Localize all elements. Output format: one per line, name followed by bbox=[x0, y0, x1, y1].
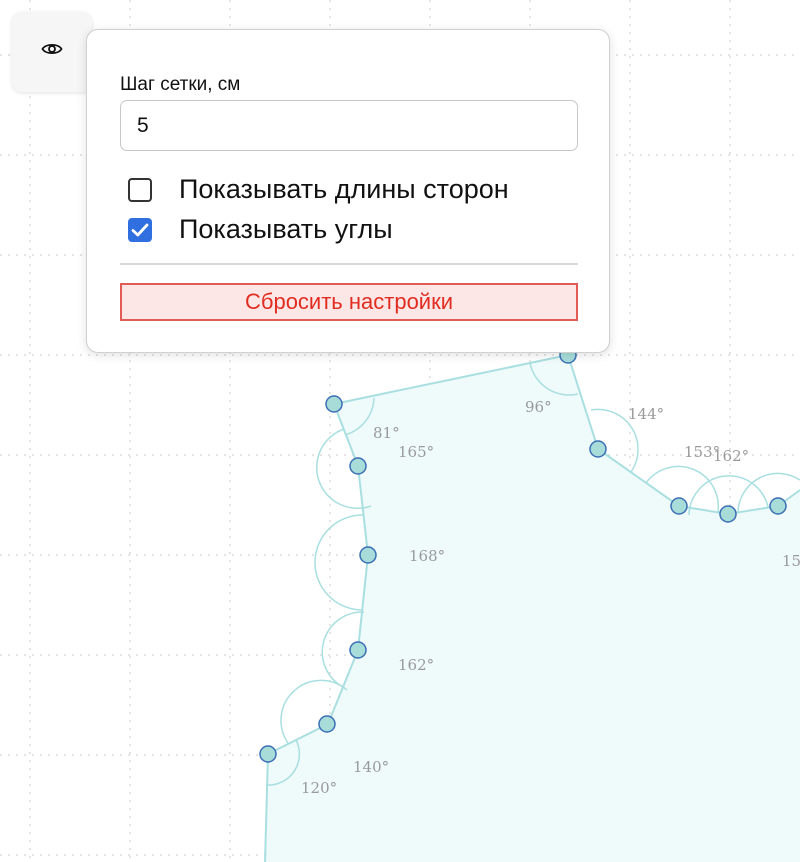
vertex-handle[interactable] bbox=[719, 505, 737, 523]
vertex-handle[interactable] bbox=[589, 440, 607, 458]
angle-label: 165° bbox=[398, 443, 434, 461]
vertex-handle[interactable] bbox=[349, 641, 367, 659]
divider bbox=[120, 263, 578, 265]
vertex-handle[interactable] bbox=[259, 745, 277, 763]
angle-label: 120° bbox=[301, 779, 337, 797]
angle-label: 162° bbox=[398, 656, 434, 674]
vertex-handle[interactable] bbox=[349, 457, 367, 475]
settings-panel: Шаг сетки, см Показывать длины сторон По… bbox=[86, 29, 610, 353]
show-side-lengths-checkbox[interactable] bbox=[128, 177, 152, 202]
angle-label: 162° bbox=[713, 447, 749, 465]
checkmark-icon bbox=[131, 223, 149, 236]
angle-label: 140° bbox=[353, 758, 389, 776]
show-side-lengths-option[interactable]: Показывать длины сторон bbox=[128, 174, 509, 205]
vertex-handle[interactable] bbox=[359, 546, 377, 564]
show-angles-label: Показывать углы bbox=[179, 214, 393, 244]
grid-step-input[interactable] bbox=[120, 100, 578, 151]
show-side-lengths-label: Показывать длины сторон bbox=[179, 174, 509, 204]
angle-label: 81° bbox=[373, 424, 400, 442]
vertex-handle[interactable] bbox=[325, 395, 343, 413]
angle-label: 96° bbox=[525, 398, 552, 416]
grid-step-label: Шаг сетки, см bbox=[120, 74, 241, 95]
reset-settings-button[interactable]: Сбросить настройки bbox=[120, 283, 578, 321]
vertex-handle[interactable] bbox=[670, 497, 688, 515]
angle-label: 144° bbox=[628, 405, 664, 423]
vertex-handle[interactable] bbox=[769, 497, 787, 515]
vertex-handle[interactable] bbox=[318, 715, 336, 733]
angle-label: 168° bbox=[409, 547, 445, 565]
show-angles-option[interactable]: Показывать углы bbox=[128, 214, 393, 245]
show-angles-checkbox[interactable] bbox=[128, 217, 152, 242]
visibility-toggle-button[interactable] bbox=[12, 12, 92, 92]
angle-label: 15 bbox=[782, 552, 800, 570]
eye-icon bbox=[41, 43, 63, 55]
